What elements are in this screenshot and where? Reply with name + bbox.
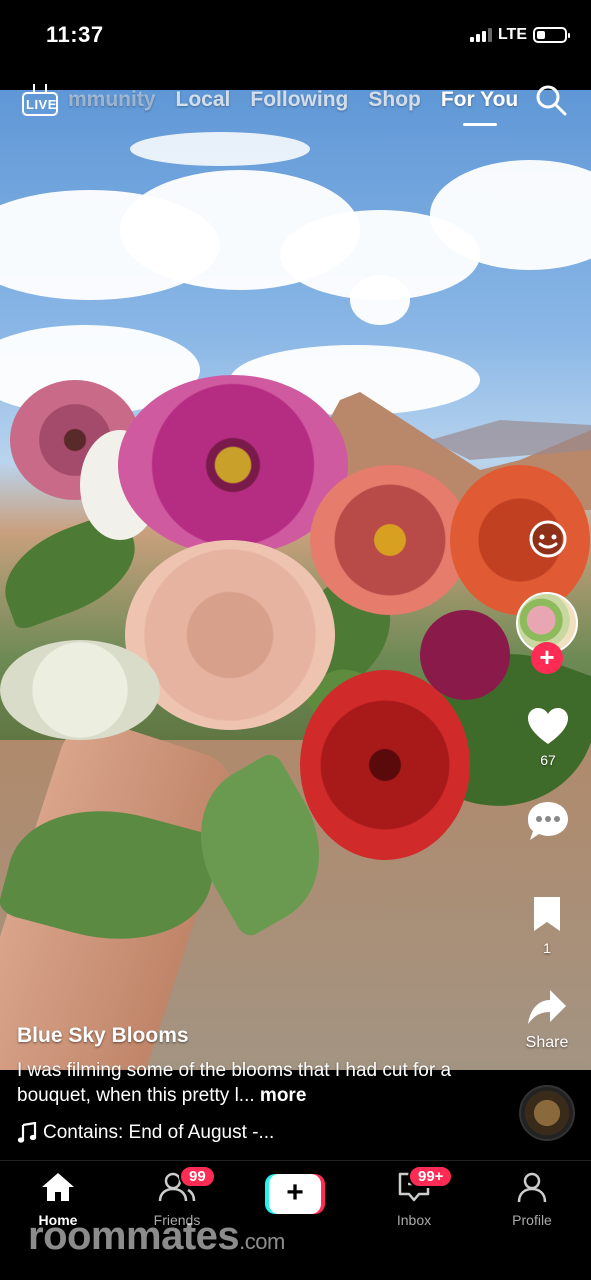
status-bar: 11:37 LTE [0, 0, 591, 90]
bookmark-icon[interactable] [531, 895, 563, 933]
status-time: 11:37 [46, 22, 104, 47]
like-icon[interactable] [526, 706, 570, 746]
live-label: LIVE [26, 97, 57, 112]
live-icon[interactable]: LIVE [22, 84, 58, 116]
status-indicators: LTE [469, 26, 570, 44]
video-player[interactable] [0, 90, 591, 1070]
inbox-badge: 99+ [408, 1165, 454, 1188]
bookmark-count: 1 [543, 940, 551, 956]
top-nav: LIVE mmunity Local Following Shop For Yo… [0, 80, 591, 130]
nav-profile[interactable]: Profile [482, 1171, 582, 1228]
watermark-brand: roommates [28, 1214, 240, 1258]
tab-for-you[interactable]: For You [441, 88, 518, 112]
comment-icon[interactable] [526, 800, 570, 842]
signal-icon [469, 28, 492, 42]
nav-inbox[interactable]: 99+ Inbox [364, 1165, 464, 1228]
creator-username[interactable]: Blue Sky Blooms [17, 1024, 487, 1048]
network-label: LTE [497, 26, 527, 43]
friends-badge: 99 [179, 1165, 216, 1188]
tab-shop[interactable]: Shop [368, 88, 421, 112]
nav-inbox-label: Inbox [396, 1212, 432, 1228]
nav-profile-label: Profile [512, 1212, 552, 1228]
watermark-suffix: .com [239, 1229, 285, 1254]
caption-text[interactable]: I was filming some of the blooms that I … [17, 1058, 487, 1108]
search-icon[interactable] [535, 84, 567, 116]
profile-icon [517, 1172, 547, 1203]
music-note-icon [17, 1122, 37, 1143]
home-icon [42, 1173, 74, 1201]
feed-tabs: mmunity Local Following Shop For You [68, 88, 538, 112]
caption-more-link[interactable]: more [260, 1085, 306, 1106]
caption-body: I was filming some of the blooms that I … [17, 1060, 452, 1106]
tab-following[interactable]: Following [250, 88, 348, 112]
video-caption: Blue Sky Blooms I was filming some of th… [17, 1024, 487, 1108]
like-count: 67 [540, 752, 556, 768]
create-icon: + [269, 1174, 321, 1214]
tab-local[interactable]: Local [176, 88, 231, 112]
battery-icon [533, 27, 570, 43]
sound-disc[interactable] [519, 1085, 575, 1141]
create-button[interactable]: + [265, 1174, 325, 1214]
follow-button[interactable]: + [531, 642, 563, 674]
share-label[interactable]: Share [512, 1034, 582, 1052]
tab-community[interactable]: mmunity [68, 88, 156, 112]
share-icon[interactable] [526, 988, 568, 1028]
effect-icon[interactable] [527, 518, 569, 560]
watermark: roommates.com [28, 1214, 285, 1259]
sound-title: Contains: End of August -... [43, 1122, 275, 1143]
sound-row[interactable]: Contains: End of August -... [17, 1122, 274, 1144]
